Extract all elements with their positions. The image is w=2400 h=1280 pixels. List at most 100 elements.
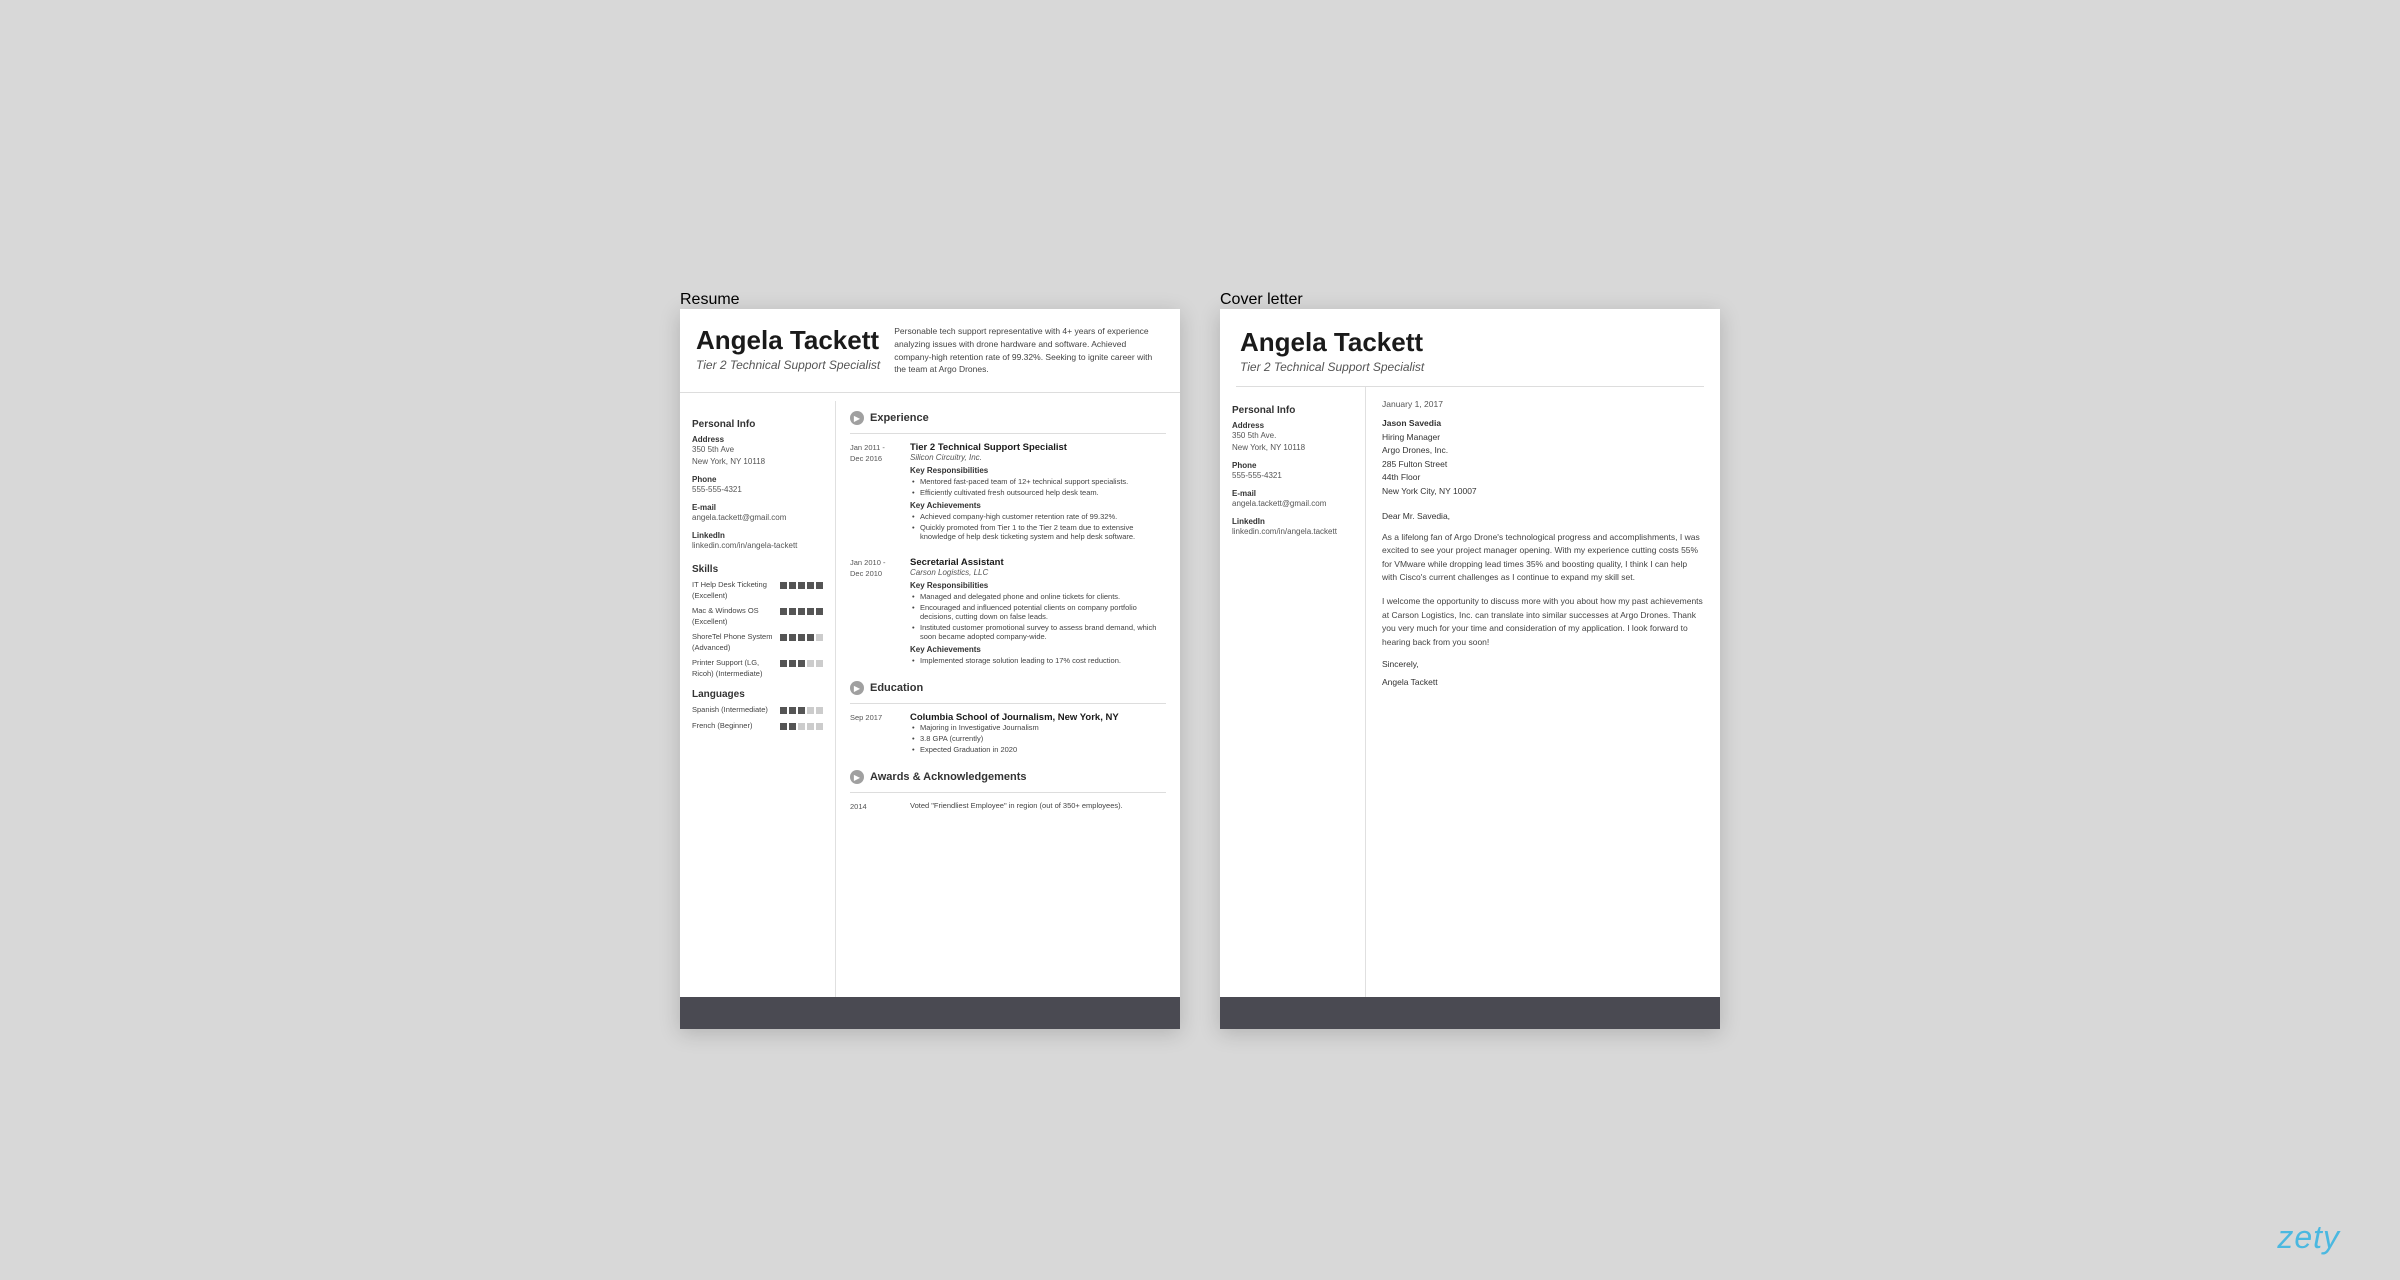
cover-bottom-bar — [1220, 997, 1720, 1029]
experience-entry: Jan 2010 -Dec 2010Secretarial AssistantC… — [850, 557, 1166, 667]
skill-dot — [807, 660, 814, 667]
exp-ach-label: Key Achievements — [910, 501, 1166, 510]
experience-divider — [850, 433, 1166, 434]
exp-achievement: Achieved company-high customer retention… — [920, 512, 1166, 521]
exp-responsibility: Efficiently cultivated fresh outsourced … — [920, 488, 1166, 497]
exp-job-title: Secretarial Assistant — [910, 557, 1166, 568]
cover-signature: Angela Tackett — [1382, 677, 1704, 687]
languages-list: Spanish (Intermediate) French (Beginner) — [692, 705, 823, 731]
exp-content: Secretarial AssistantCarson Logistics, L… — [910, 557, 1166, 667]
cover-address-group: Address 350 5th Ave. New York, NY 10118 — [1232, 421, 1353, 454]
exp-responsibility: Managed and delegated phone and online t… — [920, 592, 1166, 601]
cover-recipient-city: New York City, NY 10007 — [1382, 485, 1704, 499]
skill-name: Mac & Windows OS (Excellent) — [692, 606, 780, 627]
linkedin-group: LinkedIn linkedin.com/in/angela-tackett — [692, 531, 823, 552]
cover-closing: Sincerely, — [1382, 659, 1704, 669]
cover-main: January 1, 2017 Jason Savedia Hiring Man… — [1365, 387, 1720, 997]
cover-recipient: Jason Savedia Hiring Manager Argo Drones… — [1382, 417, 1704, 499]
exp-responsibility: Encouraged and influenced potential clie… — [920, 603, 1166, 621]
awards-title: Awards & Acknowledgements — [870, 771, 1027, 783]
skill-dot — [780, 582, 787, 589]
cover-letter-tab: Cover letter — [1220, 291, 1720, 309]
address-label: Address — [692, 435, 823, 444]
cover-address-line2: New York, NY 10118 — [1232, 442, 1353, 454]
language-item: French (Beginner) — [692, 721, 823, 732]
award-description: Voted "Friendliest Employee" in region (… — [910, 801, 1166, 812]
linkedin-value: linkedin.com/in/angela-tackett — [692, 540, 823, 552]
skill-dot — [807, 582, 814, 589]
experience-title: Experience — [870, 412, 929, 424]
skill-dot — [789, 660, 796, 667]
skill-name: ShoreTel Phone System (Advanced) — [692, 632, 780, 653]
cover-title: Tier 2 Technical Support Specialist — [1240, 360, 1700, 374]
cover-recipient-address: 285 Fulton Street — [1382, 458, 1704, 472]
language-dot — [789, 723, 796, 730]
edu-bullet: Majoring in Investigative Journalism — [920, 723, 1166, 732]
skill-dot — [816, 608, 823, 615]
skill-dot — [789, 582, 796, 589]
edu-date: Sep 2017 — [850, 712, 902, 756]
exp-resp-label: Key Responsibilities — [910, 581, 1166, 590]
cover-linkedin-label: LinkedIn — [1232, 517, 1353, 526]
cover-header: Angela Tackett Tier 2 Technical Support … — [1220, 309, 1720, 386]
awards-list: 2014Voted "Friendliest Employee" in regi… — [850, 801, 1166, 812]
skill-dots — [780, 634, 823, 641]
edu-school: Columbia School of Journalism, New York,… — [910, 712, 1166, 723]
awards-icon: ▶ — [850, 770, 864, 784]
exp-ach-label: Key Achievements — [910, 645, 1166, 654]
cover-paragraph2: I welcome the opportunity to discuss mor… — [1382, 595, 1704, 649]
resume-summary: Personable tech support representative w… — [892, 325, 1164, 376]
language-item: Spanish (Intermediate) — [692, 705, 823, 716]
skill-item: Mac & Windows OS (Excellent) — [692, 606, 823, 627]
exp-job-title: Tier 2 Technical Support Specialist — [910, 442, 1166, 453]
resume-name-area: Angela Tackett Tier 2 Technical Support … — [696, 325, 880, 384]
education-title: Education — [870, 682, 923, 694]
address-line1: 350 5th Ave — [692, 444, 823, 456]
skill-dot — [816, 634, 823, 641]
cover-name: Angela Tackett — [1240, 327, 1700, 358]
cover-sidebar: Personal Info Address 350 5th Ave. New Y… — [1220, 387, 1365, 997]
exp-company: Silicon Circuitry, Inc. — [910, 453, 1166, 462]
email-label: E-mail — [692, 503, 823, 512]
exp-date: Jan 2011 -Dec 2016 — [850, 442, 902, 543]
linkedin-label: LinkedIn — [692, 531, 823, 540]
skill-dot — [789, 608, 796, 615]
cover-recipient-title: Hiring Manager — [1382, 431, 1704, 445]
language-dot — [807, 723, 814, 730]
skill-dot — [807, 608, 814, 615]
education-section-header: ▶ Education — [850, 681, 1166, 695]
address-line2: New York, NY 10118 — [692, 456, 823, 468]
skills-label: Skills — [692, 564, 823, 575]
language-name: Spanish (Intermediate) — [692, 705, 780, 716]
skill-item: Printer Support (LG, Ricoh) (Intermediat… — [692, 658, 823, 679]
resume-top-area: Angela Tackett Tier 2 Technical Support … — [680, 309, 1180, 384]
email-value: angela.tackett@gmail.com — [692, 512, 823, 524]
resume-body: Personal Info Address 350 5th Ave New Yo… — [680, 401, 1180, 997]
edu-content: Columbia School of Journalism, New York,… — [910, 712, 1166, 756]
skill-dot — [798, 608, 805, 615]
cover-date: January 1, 2017 — [1382, 399, 1704, 409]
language-dot — [798, 707, 805, 714]
cover-body: Personal Info Address 350 5th Ave. New Y… — [1220, 387, 1720, 997]
experience-entry: Jan 2011 -Dec 2016 Tier 2 Technical Suppo… — [850, 442, 1166, 543]
skill-dot — [780, 660, 787, 667]
resume-card: Angela Tackett Tier 2 Technical Support … — [680, 309, 1180, 1029]
resume-sidebar: Personal Info Address 350 5th Ave New Yo… — [680, 401, 835, 997]
education-entry: Sep 2017 Columbia School of Journalism, N… — [850, 712, 1166, 756]
language-dot — [789, 707, 796, 714]
language-name: French (Beginner) — [692, 721, 780, 732]
skill-item: ShoreTel Phone System (Advanced) — [692, 632, 823, 653]
skill-dot — [798, 582, 805, 589]
zety-logo: zety — [2277, 1219, 2340, 1256]
languages-label: Languages — [692, 689, 823, 700]
phone-group: Phone 555-555-4321 — [692, 475, 823, 496]
language-dot — [798, 723, 805, 730]
cover-phone-group: Phone 555-555-4321 — [1232, 461, 1353, 482]
resume-bottom-bar — [680, 997, 1180, 1029]
skill-name: Printer Support (LG, Ricoh) (Intermediat… — [692, 658, 780, 679]
skills-list: IT Help Desk Ticketing (Excellent)Mac & … — [692, 580, 823, 679]
cover-letter-card: Angela Tackett Tier 2 Technical Support … — [1220, 309, 1720, 1029]
page-wrapper: Resume Angela Tackett Tier 2 Technical S… — [0, 0, 2400, 1280]
cover-greeting: Dear Mr. Savedia, — [1382, 511, 1704, 521]
email-group: E-mail angela.tackett@gmail.com — [692, 503, 823, 524]
